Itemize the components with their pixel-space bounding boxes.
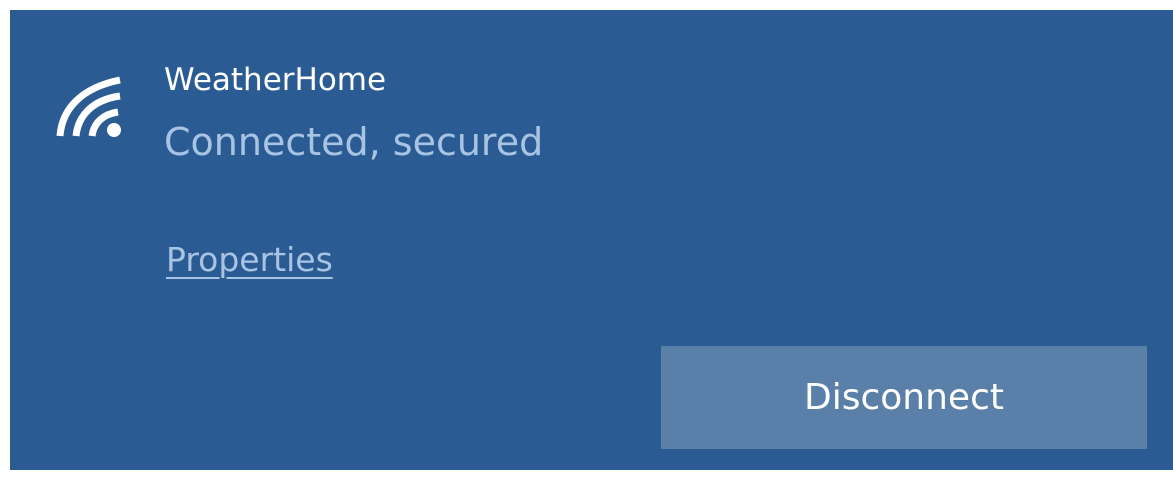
network-name: WeatherHome bbox=[164, 62, 387, 98]
connection-status: Connected, secured bbox=[164, 120, 544, 164]
properties-link[interactable]: Properties bbox=[166, 240, 333, 279]
wifi-dot bbox=[107, 123, 121, 137]
wifi-network-panel: WeatherHome Connected, secured Propertie… bbox=[10, 10, 1173, 470]
disconnect-button[interactable]: Disconnect bbox=[661, 346, 1147, 449]
wifi-icon bbox=[56, 76, 121, 137]
